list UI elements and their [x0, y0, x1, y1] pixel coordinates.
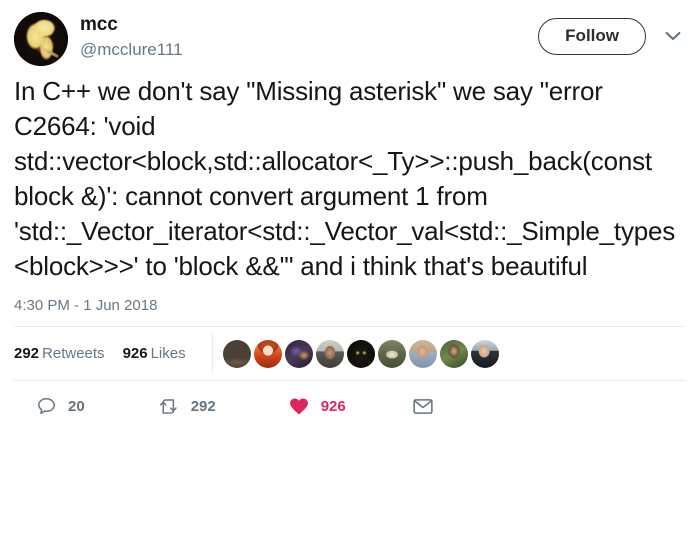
- follow-button[interactable]: Follow: [538, 18, 646, 55]
- retweet-button[interactable]: 292: [157, 396, 216, 417]
- likes-stat[interactable]: 926 Likes: [123, 345, 186, 362]
- author-display-name[interactable]: mcc: [80, 14, 183, 36]
- retweet-icon: [157, 396, 180, 417]
- liker-avatar-8[interactable]: [440, 339, 468, 368]
- direct-message-button[interactable]: [412, 397, 434, 416]
- reply-button[interactable]: 20: [36, 396, 85, 417]
- liker-avatar-7[interactable]: [409, 339, 437, 368]
- liker-avatar-9[interactable]: [471, 339, 499, 368]
- tweet-card: mcc @mcclure111 Follow In C++ we don't s…: [0, 0, 700, 553]
- avatar-image: [14, 12, 68, 66]
- stats-counts: 292 Retweets 926 Likes: [14, 345, 212, 362]
- envelope-icon: [412, 397, 434, 416]
- avatar[interactable]: [14, 12, 68, 66]
- retweet-count: 292: [190, 397, 216, 415]
- tweet-timestamp[interactable]: 4:30 PM - 1 Jun 2018: [0, 284, 700, 314]
- tweet-stats-row: 292 Retweets 926 Likes: [14, 327, 686, 380]
- liker-facepile: [213, 339, 499, 368]
- chevron-down-icon[interactable]: [660, 23, 686, 49]
- like-button[interactable]: 926: [288, 396, 346, 417]
- liker-avatar-5[interactable]: [347, 339, 375, 368]
- retweets-label: Retweets: [42, 345, 105, 362]
- reply-bubble-icon: [36, 396, 57, 417]
- retweets-stat[interactable]: 292 Retweets: [14, 345, 105, 362]
- header-actions: Follow: [538, 12, 686, 55]
- liker-avatar-4[interactable]: [316, 339, 344, 368]
- liker-avatar-2[interactable]: [254, 339, 282, 368]
- retweets-count: 292: [14, 345, 40, 362]
- tweet-body-text: In C++ we don't say "Missing asterisk" w…: [14, 76, 676, 281]
- tweet-action-bar: 20 292 926: [14, 381, 686, 431]
- author-handle[interactable]: @mcclure111: [80, 40, 183, 60]
- reply-count: 20: [68, 397, 85, 415]
- liker-avatar-3[interactable]: [285, 339, 313, 368]
- author-identity: mcc @mcclure111: [80, 12, 183, 59]
- likes-label: Likes: [150, 345, 186, 362]
- tweet-header: mcc @mcclure111 Follow: [0, 0, 700, 70]
- like-count: 926: [320, 397, 346, 415]
- heart-filled-icon: [288, 396, 310, 417]
- likes-count: 926: [122, 345, 148, 362]
- liker-avatar-1[interactable]: [223, 339, 251, 368]
- liker-avatar-6[interactable]: [378, 339, 406, 368]
